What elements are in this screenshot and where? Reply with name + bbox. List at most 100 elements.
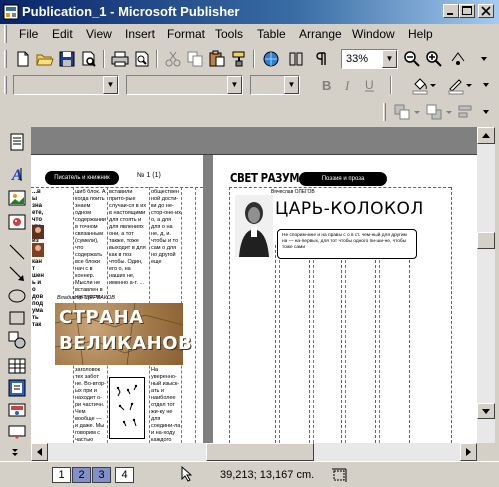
minimize-button[interactable] xyxy=(443,4,459,18)
toolbar-grip[interactable] xyxy=(4,76,7,94)
open-folder-icon xyxy=(36,54,54,66)
fill-color-dropdown[interactable] xyxy=(428,75,448,95)
toolbar-options-button[interactable] xyxy=(476,102,496,122)
chevron-down-icon[interactable]: ▼ xyxy=(284,76,299,94)
page-tab-4[interactable]: 4 xyxy=(115,467,134,483)
menu-arrange[interactable]: Arrange xyxy=(299,27,342,41)
page-tab-2[interactable]: 2 xyxy=(72,467,91,483)
form-control-tool[interactable] xyxy=(6,421,28,443)
select-objects-tool[interactable] xyxy=(6,131,28,153)
hot-spot-icon xyxy=(8,403,26,417)
new-button[interactable] xyxy=(13,49,33,69)
underline-button[interactable]: U xyxy=(360,75,380,95)
toolbar-grip[interactable] xyxy=(383,103,386,121)
hot-spot-tool[interactable] xyxy=(6,399,28,421)
chevron-down-icon[interactable]: ▼ xyxy=(103,76,118,94)
font-select[interactable]: ▼ xyxy=(126,75,243,95)
save-button[interactable] xyxy=(57,49,77,69)
align-button[interactable] xyxy=(456,102,476,122)
chevron-down-icon[interactable]: ▼ xyxy=(382,50,397,68)
columns-icon xyxy=(289,52,303,66)
menu-help[interactable]: Help xyxy=(408,27,433,41)
zoom-in-button[interactable] xyxy=(424,49,444,69)
zoom-select[interactable]: 33% ▼ xyxy=(341,49,398,69)
oval-tool[interactable] xyxy=(6,285,28,307)
clip-art-icon xyxy=(8,214,26,230)
page-2[interactable]: Писатель и книжник № 1 (1) ...вы знаете,… xyxy=(31,155,203,443)
menu-insert[interactable]: Insert xyxy=(125,27,155,41)
font-size-select[interactable]: ▼ xyxy=(250,75,300,95)
scroll-thumb[interactable] xyxy=(206,443,314,461)
toolbar-grip[interactable] xyxy=(4,50,7,68)
column-guide xyxy=(313,245,314,443)
text-box-tool[interactable]: A xyxy=(6,163,28,185)
horizontal-ruler[interactable] xyxy=(31,127,477,155)
chevron-down-icon[interactable]: ▼ xyxy=(227,76,242,94)
double-chevron-down-icon xyxy=(12,449,18,456)
page-3[interactable]: СВЕТ РАЗУМА Поэзия и проза Вячеслав ОЛЕГ… xyxy=(213,155,477,443)
menu-tools[interactable]: Tools xyxy=(215,27,243,41)
menu-view[interactable]: View xyxy=(86,27,112,41)
pilcrow-icon xyxy=(316,52,326,65)
print-button[interactable] xyxy=(110,49,130,69)
print-preview-button[interactable] xyxy=(132,49,152,69)
autoshapes-tool[interactable] xyxy=(6,329,28,351)
send-backward-button[interactable] xyxy=(424,102,444,122)
help-button[interactable] xyxy=(448,49,468,69)
chevron-right-icon xyxy=(466,448,471,456)
menu-table[interactable]: Table xyxy=(257,27,286,41)
text-column: шиб блок. А когда поить знаем одном соде… xyxy=(75,189,106,299)
menu-edit[interactable]: Edit xyxy=(52,27,73,41)
toolbar-options-button[interactable] xyxy=(476,75,496,95)
zoom-out-button[interactable] xyxy=(402,49,422,69)
cursor-coordinates: 39,213; 13,167 cm. xyxy=(220,469,315,481)
masthead: СВЕТ РАЗУМА xyxy=(230,171,307,185)
underline-icon: U xyxy=(365,78,374,92)
search-file-button[interactable] xyxy=(79,49,99,69)
special-characters-button[interactable] xyxy=(311,49,331,69)
page-tab-3[interactable]: 3 xyxy=(92,467,111,483)
toolbar-options-button[interactable] xyxy=(474,49,494,69)
maximize-button[interactable] xyxy=(459,4,475,18)
insert-table-tool[interactable] xyxy=(6,355,28,377)
text-box-icon: A xyxy=(11,167,23,184)
vertical-scrollbar[interactable] xyxy=(477,127,495,447)
bold-button[interactable]: B xyxy=(316,75,336,95)
clip-art-tool[interactable] xyxy=(6,211,28,233)
format-painter-button[interactable] xyxy=(229,49,249,69)
insert-hyperlink-button[interactable] xyxy=(261,49,281,69)
bring-forward-button[interactable] xyxy=(392,102,412,122)
menu-format[interactable]: Format xyxy=(167,27,205,41)
close-button[interactable] xyxy=(478,4,494,18)
italic-button[interactable]: I xyxy=(338,75,358,95)
scroll-left-button[interactable] xyxy=(31,443,48,461)
arrow-tool[interactable] xyxy=(6,263,28,285)
cut-button[interactable] xyxy=(163,49,183,69)
horizontal-scrollbar[interactable] xyxy=(31,443,477,461)
open-button[interactable] xyxy=(35,49,55,69)
scroll-right-button[interactable] xyxy=(460,443,477,461)
page-tab-1[interactable]: 1 xyxy=(52,467,71,483)
design-gallery-tool[interactable] xyxy=(6,377,28,399)
menu-file[interactable]: File xyxy=(19,27,38,41)
fill-color-button[interactable] xyxy=(410,75,430,95)
copy-button[interactable] xyxy=(185,49,205,69)
line-color-button[interactable] xyxy=(446,75,466,95)
toolbar-separator xyxy=(390,76,392,94)
style-select[interactable]: ▼ xyxy=(13,75,119,95)
margin-guide xyxy=(451,187,452,443)
line-tool[interactable] xyxy=(6,241,28,263)
columns-button[interactable] xyxy=(286,49,306,69)
picture-frame-tool[interactable] xyxy=(6,187,28,209)
scroll-down-button[interactable] xyxy=(477,403,495,419)
headline-image: СТРАНА ВЕЛИКАНОВ xyxy=(55,303,192,365)
rectangle-tool[interactable] xyxy=(6,307,28,329)
svg-text:U: U xyxy=(365,78,374,92)
maximize-icon xyxy=(462,6,472,15)
menu-window[interactable]: Window xyxy=(352,27,395,41)
menu-grip[interactable] xyxy=(4,25,7,43)
scroll-thumb[interactable] xyxy=(477,232,495,249)
scroll-up-button[interactable] xyxy=(477,127,495,144)
paste-button[interactable] xyxy=(207,49,227,69)
arrange-toolbar xyxy=(0,99,499,125)
